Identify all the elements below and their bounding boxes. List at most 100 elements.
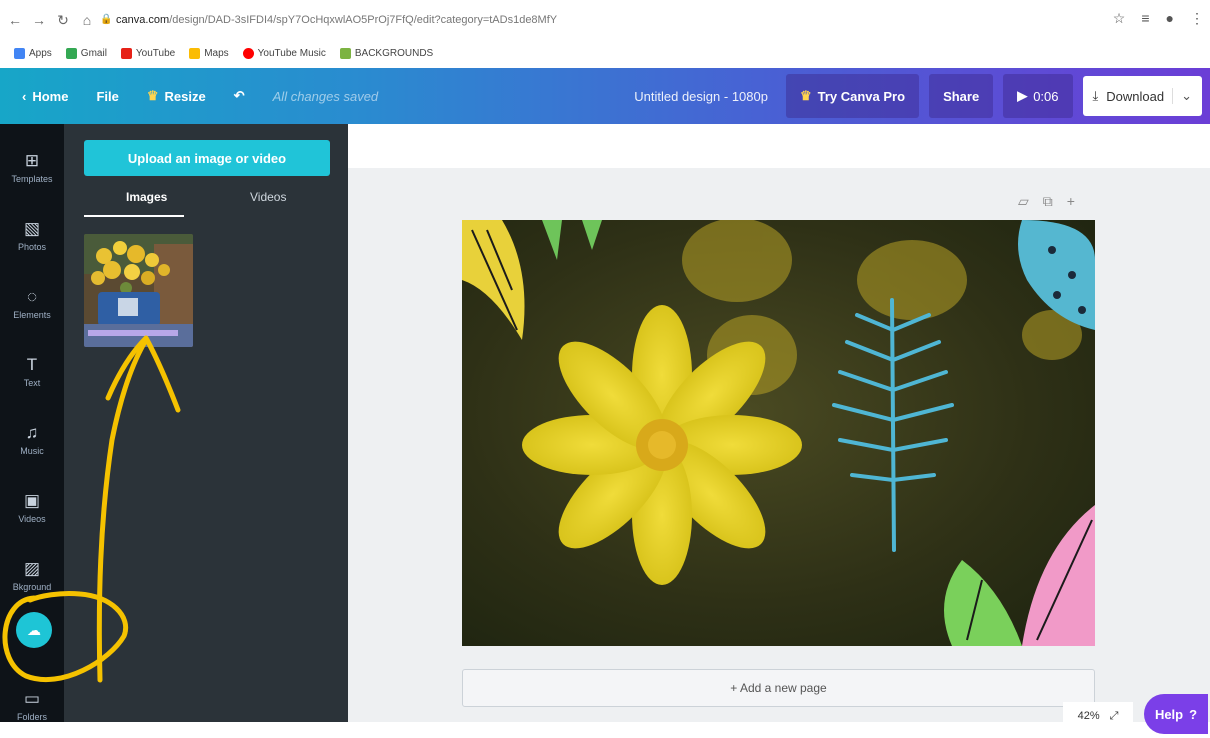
bookmark-apps[interactable]: Apps xyxy=(14,47,52,59)
sidebar-item-elements[interactable]: ◌ Elements xyxy=(0,270,64,336)
text-icon: T xyxy=(26,354,38,374)
add-page-icon[interactable]: + xyxy=(1067,193,1075,210)
chevron-down-icon[interactable]: ⌄ xyxy=(1172,88,1192,104)
chevron-left-icon: ‹ xyxy=(22,88,27,104)
uploaded-image-thumbnail[interactable] xyxy=(84,234,193,347)
url-host: canva.com xyxy=(116,14,170,26)
sidebar-item-label: Photos xyxy=(17,241,47,252)
menu-icon[interactable]: ⋮ xyxy=(1190,10,1204,27)
add-new-page-button[interactable]: + Add a new page xyxy=(462,669,1095,707)
sidebar-item-text[interactable]: T Text xyxy=(0,338,64,404)
sidebar-item-label: Folders xyxy=(16,711,47,722)
bookmark-label: YouTube Music xyxy=(257,47,326,59)
zoom-level: 42% xyxy=(1077,710,1100,722)
forward-icon[interactable]: → xyxy=(30,11,48,29)
try-canva-pro-button[interactable]: ♛ Try Canva Pro xyxy=(785,74,920,118)
present-button[interactable]: ▶ 0:06 xyxy=(1003,74,1073,118)
try-pro-label: Try Canva Pro xyxy=(817,88,906,104)
tab-images[interactable]: Images xyxy=(126,190,167,204)
help-button[interactable]: Help ? xyxy=(1144,694,1208,734)
sidebar-item-background[interactable]: ▨ Bkground xyxy=(0,542,64,608)
bookmark-label: Apps xyxy=(29,47,52,59)
flower-vase-photo xyxy=(84,234,193,347)
file-label: File xyxy=(96,88,119,104)
profile-icon[interactable]: ● xyxy=(1166,10,1174,27)
sidebar-item-label: Text xyxy=(23,377,41,388)
sidebar-item-label: Elements xyxy=(13,309,51,320)
sidebar-item-label: Videos xyxy=(18,513,46,524)
play-duration: 0:06 xyxy=(1033,88,1059,104)
play-icon: ▶ xyxy=(1017,88,1028,103)
uploads-panel: Upload an image or video Images Videos xyxy=(64,124,348,722)
folder-icon: ▭ xyxy=(23,688,41,708)
bookmark-youtube-music[interactable]: YouTube Music xyxy=(242,47,326,59)
download-label: Download xyxy=(1106,88,1165,104)
bookmark-label: YouTube xyxy=(135,47,176,59)
bookmark-label: Gmail xyxy=(80,47,107,59)
elements-icon: ◌ xyxy=(26,286,38,306)
sidebar-item-label: Templates xyxy=(11,173,53,184)
home-icon[interactable]: ⌂ xyxy=(78,11,96,29)
design-title[interactable]: Untitled design - 1080p xyxy=(634,89,768,104)
resize-button[interactable]: ♛ Resize xyxy=(147,88,206,104)
context-toolbar xyxy=(348,124,1210,168)
page-tools: ▱ ⧉ + xyxy=(1018,193,1075,210)
sidebar-item-folders[interactable]: ▭ Folders xyxy=(0,672,64,738)
sidebar-item-uploads[interactable]: ☁ xyxy=(16,612,52,648)
bookmark-youtube[interactable]: YouTube xyxy=(120,47,176,59)
undo-icon: ↶ xyxy=(233,88,245,103)
browser-chrome: ← → ↻ ⌂ 🔒 canva.com /design/DAD-3sIFDI4/… xyxy=(0,0,1210,68)
sidebar-item-photos[interactable]: ▧ Photos xyxy=(0,202,64,268)
browser-actions: ☆ ≡ ● ⋮ xyxy=(1113,10,1204,27)
sidebar-item-label: Music xyxy=(20,445,44,456)
apps-grid-icon xyxy=(14,47,25,59)
bookmark-folder-icon xyxy=(339,47,351,59)
editor-topbar: ‹ Home File ♛ Resize ↶ All changes saved… xyxy=(0,68,1210,124)
file-menu[interactable]: File xyxy=(96,89,118,104)
videos-icon: ▣ xyxy=(23,490,41,510)
zoom-control[interactable]: 42% ⤢ xyxy=(1063,702,1133,730)
cloud-upload-icon: ☁ xyxy=(27,621,41,638)
home-button[interactable]: ‹ Home xyxy=(22,89,68,104)
share-button[interactable]: Share xyxy=(929,74,994,118)
maps-pin-icon xyxy=(189,47,201,59)
star-icon[interactable]: ☆ xyxy=(1113,10,1126,27)
bookmark-maps[interactable]: Maps xyxy=(189,47,229,59)
sidebar-item-music[interactable]: ♫ Music xyxy=(0,406,64,472)
download-button[interactable]: ⤓ Download ⌄ xyxy=(1082,76,1202,116)
sidebar-item-templates[interactable]: ⊞ Templates xyxy=(0,134,64,200)
fullscreen-icon[interactable]: ⤢ xyxy=(1110,710,1119,723)
help-label: Help xyxy=(1154,706,1184,722)
bookmark-backgrounds[interactable]: BACKGROUNDS xyxy=(339,47,434,59)
home-label: Home xyxy=(32,88,69,104)
url-path: /design/DAD-3sIFDI4/spY7OcHqxwlAO5PrOj7F… xyxy=(169,14,558,26)
crown-icon: ♛ xyxy=(799,88,812,103)
upload-media-button[interactable]: Upload an image or video xyxy=(84,140,330,176)
reading-list-icon[interactable]: ≡ xyxy=(1141,10,1149,27)
background-icon: ▨ xyxy=(23,558,41,578)
bookmark-label: BACKGROUNDS xyxy=(354,47,434,59)
crown-icon: ♛ xyxy=(146,88,159,103)
reload-icon[interactable]: ↻ xyxy=(54,11,72,29)
active-tab-indicator xyxy=(84,215,184,217)
undo-button[interactable]: ↶ xyxy=(234,88,245,104)
download-icon: ⤓ xyxy=(1092,88,1099,103)
address-bar[interactable]: 🔒 canva.com /design/DAD-3sIFDI4/spY7OcHq… xyxy=(100,8,1150,32)
bookmark-label: Maps xyxy=(204,47,229,59)
bookmarks-bar: Apps Gmail YouTube Maps YouTube Music BA… xyxy=(14,42,433,64)
duplicate-page-icon[interactable]: ⧉ xyxy=(1043,193,1053,210)
music-icon: ♫ xyxy=(25,422,39,442)
bookmark-gmail[interactable]: Gmail xyxy=(65,47,107,59)
tab-videos[interactable]: Videos xyxy=(250,190,286,204)
note-icon[interactable]: ▱ xyxy=(1018,193,1029,210)
sidebar-item-label: Bkground xyxy=(12,581,52,592)
question-icon: ? xyxy=(1189,706,1198,722)
back-icon[interactable]: ← xyxy=(6,11,24,29)
youtube-music-icon xyxy=(242,47,254,59)
photos-icon: ▧ xyxy=(23,218,41,238)
templates-icon: ⊞ xyxy=(24,150,40,170)
sidebar-item-videos[interactable]: ▣ Videos xyxy=(0,474,64,540)
share-label: Share xyxy=(943,88,980,104)
save-status: All changes saved xyxy=(272,88,379,104)
design-canvas[interactable] xyxy=(462,220,1095,646)
